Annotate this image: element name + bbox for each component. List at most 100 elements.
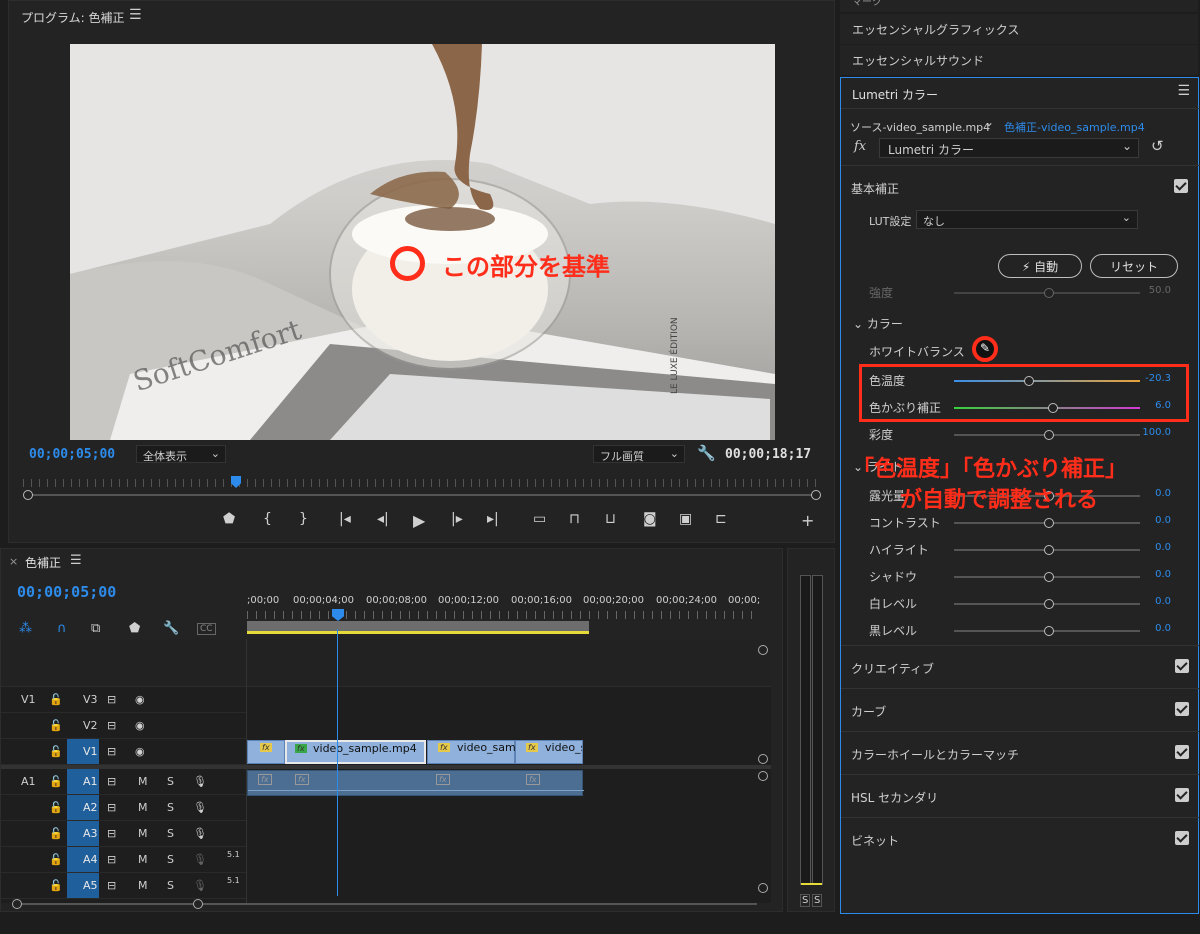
- tint-slider[interactable]: [954, 403, 1140, 413]
- safe-margins-icon[interactable]: ▭: [533, 511, 546, 527]
- tint-value[interactable]: 6.0: [1155, 400, 1171, 411]
- blacks-value[interactable]: 0.0: [1155, 623, 1171, 634]
- mic-icon[interactable]: 🎙: [193, 827, 207, 840]
- essential-sound-tab[interactable]: エッセンシャルサウンド: [840, 45, 1198, 75]
- solo-button[interactable]: S: [167, 775, 174, 788]
- vscroll-bottom-handle[interactable]: [758, 883, 768, 893]
- sync-icon[interactable]: ⊟: [107, 693, 116, 706]
- linked-selection-icon[interactable]: ⧉: [91, 621, 100, 636]
- eye-icon[interactable]: ◉: [135, 719, 145, 732]
- sync-icon[interactable]: ⊟: [107, 827, 116, 840]
- sync-icon[interactable]: ⊟: [107, 879, 116, 892]
- go-to-out-icon[interactable]: ▸|: [487, 511, 499, 527]
- timeline-menu-icon[interactable]: ☰: [70, 553, 82, 568]
- whites-value[interactable]: 0.0: [1155, 596, 1171, 607]
- quality-dropdown[interactable]: フル画質 ⌄: [593, 445, 685, 463]
- color-wheels-section[interactable]: カラーホイールとカラーマッチ: [841, 731, 1199, 774]
- reset-button[interactable]: リセット: [1090, 254, 1178, 278]
- camera-icon[interactable]: ◙: [643, 511, 657, 527]
- sync-icon[interactable]: ⊟: [107, 853, 116, 866]
- scrub-bar[interactable]: [27, 494, 817, 496]
- auto-button[interactable]: ⚡ 自動: [998, 254, 1082, 278]
- curves-checkbox[interactable]: [1175, 702, 1189, 716]
- saturation-slider[interactable]: [954, 430, 1140, 440]
- shadows-knob[interactable]: [1044, 572, 1054, 582]
- curves-section[interactable]: カーブ: [841, 688, 1199, 731]
- lock-icon[interactable]: 🔓: [49, 879, 63, 892]
- sequence-tab[interactable]: 色補正: [25, 554, 61, 571]
- saturation-value[interactable]: 100.0: [1142, 427, 1171, 438]
- lumetri-menu-icon[interactable]: ☰: [1177, 83, 1190, 99]
- vscroll-top-handle[interactable]: [758, 645, 768, 655]
- solo-button[interactable]: S: [167, 801, 174, 814]
- mic-icon[interactable]: 🎙: [193, 801, 207, 814]
- hscroll-bar[interactable]: [17, 903, 757, 905]
- basic-section-title[interactable]: 基本補正: [851, 180, 899, 197]
- mute-button[interactable]: M: [138, 801, 148, 814]
- marker-icon[interactable]: ⬟: [223, 511, 235, 527]
- hsl-section[interactable]: HSL セカンダリ: [841, 774, 1199, 817]
- trim-icon[interactable]: ⊏: [715, 511, 727, 527]
- hsl-checkbox[interactable]: [1175, 788, 1189, 802]
- lock-icon[interactable]: 🔓: [49, 693, 63, 706]
- vscroll-mid-handle[interactable]: [758, 754, 768, 764]
- highlights-slider[interactable]: [954, 545, 1140, 555]
- creative-checkbox[interactable]: [1175, 659, 1189, 673]
- mute-button[interactable]: M: [138, 775, 148, 788]
- temperature-slider[interactable]: [954, 376, 1140, 386]
- extract-icon[interactable]: ⊔: [605, 511, 616, 527]
- temperature-knob[interactable]: [1024, 376, 1034, 386]
- lock-icon[interactable]: 🔓: [49, 745, 63, 758]
- contrast-slider[interactable]: [954, 518, 1140, 528]
- intensity-slider[interactable]: [954, 288, 1140, 298]
- eyedropper-icon[interactable]: ✎: [972, 336, 998, 362]
- vscroll-audio-handle[interactable]: [758, 771, 768, 781]
- mic-icon[interactable]: 🎙: [193, 775, 207, 788]
- track-target[interactable]: A4: [67, 847, 99, 872]
- play-icon[interactable]: ▶: [413, 511, 425, 530]
- shadows-value[interactable]: 0.0: [1155, 569, 1171, 580]
- add-marker-icon[interactable]: ⬟: [129, 621, 140, 636]
- playhead-head[interactable]: [332, 609, 344, 621]
- temperature-value[interactable]: -20.3: [1145, 373, 1171, 384]
- track-target[interactable]: V3: [67, 687, 99, 712]
- solo-button[interactable]: S: [167, 879, 174, 892]
- chevron-down-icon[interactable]: ⌄: [984, 115, 994, 129]
- marker-panel-tab[interactable]: マーク: [840, 0, 1198, 12]
- track-target[interactable]: V1: [67, 739, 99, 764]
- lock-icon[interactable]: 🔓: [49, 801, 63, 814]
- creative-section[interactable]: クリエイティブ: [841, 645, 1199, 688]
- source-patch[interactable]: V1: [21, 693, 36, 706]
- track-target[interactable]: A5: [67, 873, 99, 898]
- effect-dropdown[interactable]: Lumetri カラー ⌄: [879, 138, 1139, 158]
- program-title[interactable]: プログラム: 色補正: [21, 9, 125, 26]
- settings-wrench-icon[interactable]: 🔧: [163, 621, 179, 636]
- lock-icon[interactable]: 🔓: [49, 719, 63, 732]
- scrub-end-handle[interactable]: [811, 490, 821, 500]
- track-target[interactable]: A1: [67, 769, 99, 794]
- vignette-section[interactable]: ビネット: [841, 817, 1199, 860]
- lift-icon[interactable]: ⊓: [569, 511, 580, 527]
- essential-graphics-tab[interactable]: エッセンシャルグラフィックス: [840, 14, 1198, 44]
- sync-icon[interactable]: ⊟: [107, 745, 116, 758]
- source-clip[interactable]: ソース-video_sample.mp4: [850, 119, 990, 135]
- timeline-timecode[interactable]: 00;00;05;00: [17, 583, 116, 601]
- mute-button[interactable]: M: [138, 853, 148, 866]
- lock-icon[interactable]: 🔓: [49, 827, 63, 840]
- video-clip[interactable]: fx video_s: [515, 740, 583, 764]
- intensity-knob[interactable]: [1044, 288, 1054, 298]
- wrench-icon[interactable]: 🔧: [697, 444, 716, 462]
- step-forward-icon[interactable]: |▸: [451, 511, 463, 527]
- nest-icon[interactable]: ⁂: [19, 621, 32, 636]
- video-clip[interactable]: fx video_sam: [427, 740, 516, 764]
- go-to-in-icon[interactable]: |◂: [339, 511, 351, 527]
- sync-icon[interactable]: ⊟: [107, 801, 116, 814]
- lock-icon[interactable]: 🔓: [49, 853, 63, 866]
- target-clip[interactable]: 色補正-video_sample.mp4: [1004, 119, 1145, 135]
- mark-in-icon[interactable]: {: [263, 511, 272, 527]
- shadows-slider[interactable]: [954, 572, 1140, 582]
- mic-icon[interactable]: 🎙: [193, 879, 207, 892]
- sync-icon[interactable]: ⊟: [107, 775, 116, 788]
- mute-button[interactable]: M: [138, 879, 148, 892]
- compare-icon[interactable]: ▣: [679, 511, 692, 527]
